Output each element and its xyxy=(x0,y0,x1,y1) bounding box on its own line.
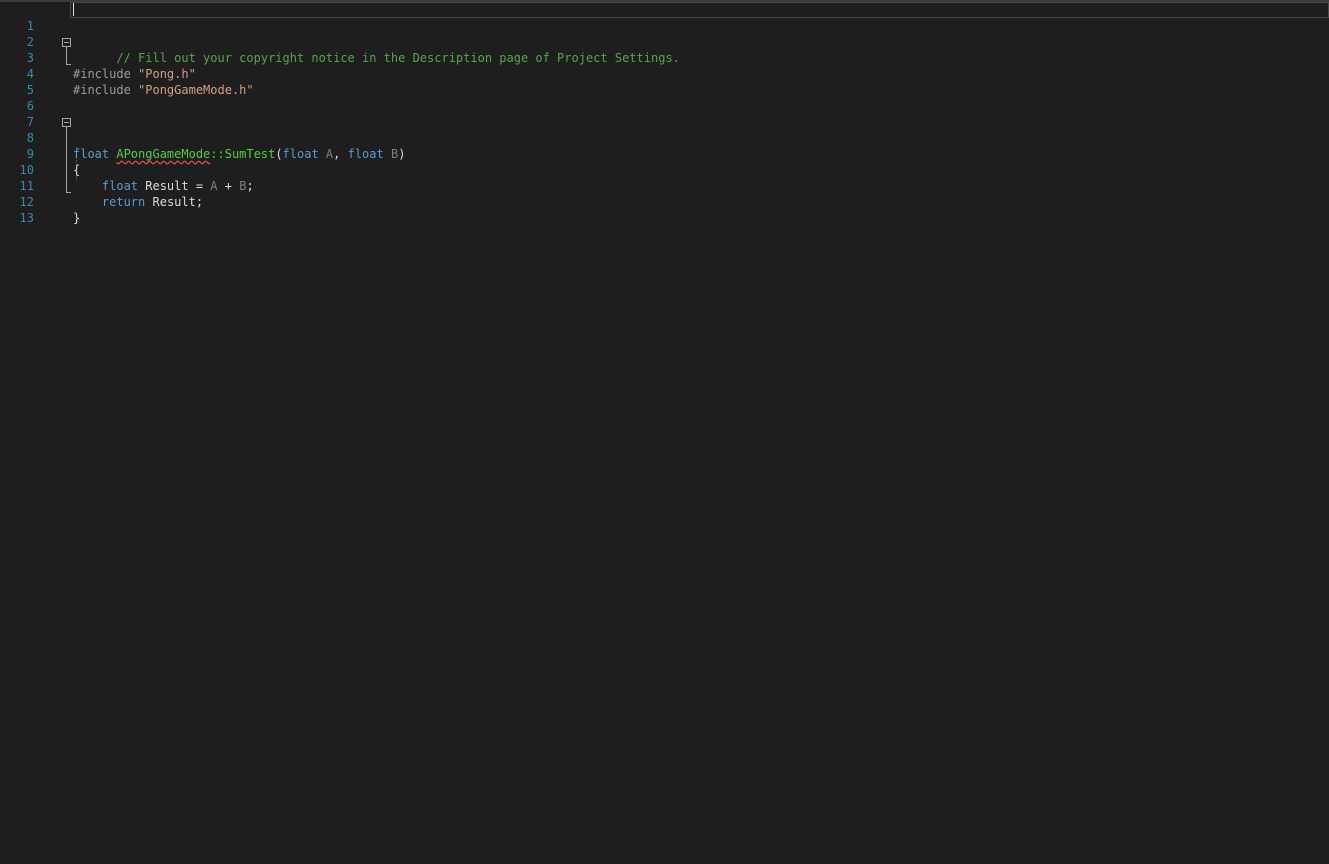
code-line[interactable]: 13 xyxy=(0,194,1329,225)
line-number: 13 xyxy=(19,211,34,225)
code-line[interactable]: 11 return Result; xyxy=(0,162,1329,209)
code-line[interactable]: 9 { xyxy=(0,130,1329,177)
code-line[interactable]: 2 xyxy=(0,18,1329,49)
code-line[interactable]: 3 #include "Pong.h" xyxy=(0,34,1329,81)
close-brace: } xyxy=(73,211,81,225)
code-line[interactable]: 1 // Fill out your copyright notice in t… xyxy=(0,2,1329,65)
code-editor[interactable]: 1 // Fill out your copyright notice in t… xyxy=(0,0,1329,864)
code-line[interactable]: 10 float Result = A + B; xyxy=(0,146,1329,193)
code-line[interactable]: 6 xyxy=(0,82,1329,113)
code-line[interactable]: 4 #include "PongGameMode.h" xyxy=(0,50,1329,97)
code-line[interactable]: 8 float APongGameMode::SumTest(float A, … xyxy=(0,114,1329,161)
code-line[interactable]: 7 xyxy=(0,98,1329,129)
code-line[interactable]: 5 xyxy=(0,66,1329,97)
line-content: } xyxy=(73,210,80,226)
code-line[interactable]: 12 } xyxy=(0,178,1329,225)
